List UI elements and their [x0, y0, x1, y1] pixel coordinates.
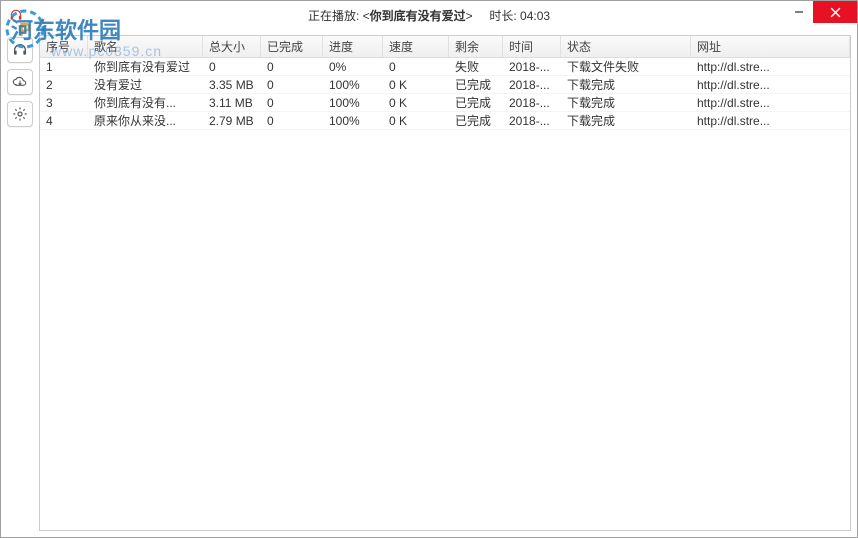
sidebar-music-button[interactable]: [7, 37, 33, 63]
minimize-button[interactable]: [785, 1, 813, 23]
col-speed[interactable]: 速度: [383, 36, 449, 57]
headphone-icon: [9, 8, 23, 22]
cell-remain: 失败: [449, 58, 503, 75]
col-progress[interactable]: 进度: [323, 36, 383, 57]
cell-url: http://dl.stre...: [691, 96, 850, 110]
cell-done: 0: [261, 114, 323, 128]
table-row[interactable]: 2没有爱过3.35 MB0100%0 K已完成2018-...下载完成http:…: [40, 76, 850, 94]
playing-suffix: >: [466, 9, 473, 23]
titlebar: 正在播放: <你到底有没有爱过> 时长: 04:03: [1, 1, 857, 29]
cell-speed: 0 K: [383, 96, 449, 110]
cell-progress: 100%: [323, 114, 383, 128]
cell-status: 下载完成: [561, 94, 691, 111]
table-body: 1你到底有没有爱过000%0失败2018-...下载文件失败http://dl.…: [40, 58, 850, 530]
cell-time: 2018-...: [503, 114, 561, 128]
sidebar-download-button[interactable]: [7, 69, 33, 95]
cell-url: http://dl.stre...: [691, 60, 850, 74]
col-size[interactable]: 总大小: [203, 36, 261, 57]
cell-done: 0: [261, 96, 323, 110]
col-url[interactable]: 网址: [691, 36, 850, 57]
sidebar-settings-button[interactable]: [7, 101, 33, 127]
col-done[interactable]: 已完成: [261, 36, 323, 57]
minimize-icon: [794, 7, 804, 17]
cloud-download-icon: [12, 74, 28, 90]
cell-remain: 已完成: [449, 76, 503, 93]
cell-remain: 已完成: [449, 112, 503, 129]
cell-size: 0: [203, 60, 261, 74]
cell-time: 2018-...: [503, 78, 561, 92]
cell-name: 你到底有没有爱过: [88, 58, 203, 75]
cell-size: 2.79 MB: [203, 114, 261, 128]
cell-name: 原来你从来没...: [88, 112, 203, 129]
headphone-icon: [12, 42, 28, 58]
col-status[interactable]: 状态: [561, 36, 691, 57]
cell-index: 2: [40, 78, 88, 92]
window-controls: [785, 1, 857, 23]
cell-remain: 已完成: [449, 94, 503, 111]
cell-progress: 0%: [323, 60, 383, 74]
cell-name: 你到底有没有...: [88, 94, 203, 111]
cell-speed: 0 K: [383, 78, 449, 92]
table-header: 序号 歌名 总大小 已完成 进度 速度 剩余 时间 状态 网址: [40, 36, 850, 58]
col-time[interactable]: 时间: [503, 36, 561, 57]
cell-index: 4: [40, 114, 88, 128]
col-name[interactable]: 歌名: [88, 36, 203, 57]
cell-url: http://dl.stre...: [691, 114, 850, 128]
download-table: 序号 歌名 总大小 已完成 进度 速度 剩余 时间 状态 网址 1你到底有没有爱…: [39, 35, 851, 531]
now-playing: 正在播放: <你到底有没有爱过> 时长: 04:03: [308, 7, 550, 24]
duration-label: 时长:: [489, 9, 520, 23]
cell-speed: 0: [383, 60, 449, 74]
track-name: 你到底有没有爱过: [370, 9, 466, 23]
col-index[interactable]: 序号: [40, 36, 88, 57]
cell-status: 下载完成: [561, 112, 691, 129]
close-icon: [830, 7, 841, 18]
playing-label: 正在播放: <: [308, 9, 370, 23]
cell-name: 没有爱过: [88, 76, 203, 93]
cell-status: 下载文件失败: [561, 58, 691, 75]
cell-done: 0: [261, 78, 323, 92]
cell-status: 下载完成: [561, 76, 691, 93]
cell-index: 3: [40, 96, 88, 110]
close-button[interactable]: [813, 1, 857, 23]
cell-progress: 100%: [323, 78, 383, 92]
cell-size: 3.35 MB: [203, 78, 261, 92]
cell-progress: 100%: [323, 96, 383, 110]
cell-index: 1: [40, 60, 88, 74]
cell-size: 3.11 MB: [203, 96, 261, 110]
col-remain[interactable]: 剩余: [449, 36, 503, 57]
table-row[interactable]: 1你到底有没有爱过000%0失败2018-...下载文件失败http://dl.…: [40, 58, 850, 76]
duration-value: 04:03: [520, 9, 550, 23]
table-row[interactable]: 3你到底有没有...3.11 MB0100%0 K已完成2018-...下载完成…: [40, 94, 850, 112]
cell-speed: 0 K: [383, 114, 449, 128]
cell-done: 0: [261, 60, 323, 74]
sidebar: [7, 35, 35, 531]
body: 序号 歌名 总大小 已完成 进度 速度 剩余 时间 状态 网址 1你到底有没有爱…: [1, 29, 857, 537]
cell-time: 2018-...: [503, 96, 561, 110]
app-window: P 河东软件园 www.pc0359.cn 正在播放: <你到底有没有爱过> 时…: [0, 0, 858, 538]
cell-url: http://dl.stre...: [691, 78, 850, 92]
gear-icon: [12, 106, 28, 122]
table-row[interactable]: 4原来你从来没...2.79 MB0100%0 K已完成2018-...下载完成…: [40, 112, 850, 130]
cell-time: 2018-...: [503, 60, 561, 74]
